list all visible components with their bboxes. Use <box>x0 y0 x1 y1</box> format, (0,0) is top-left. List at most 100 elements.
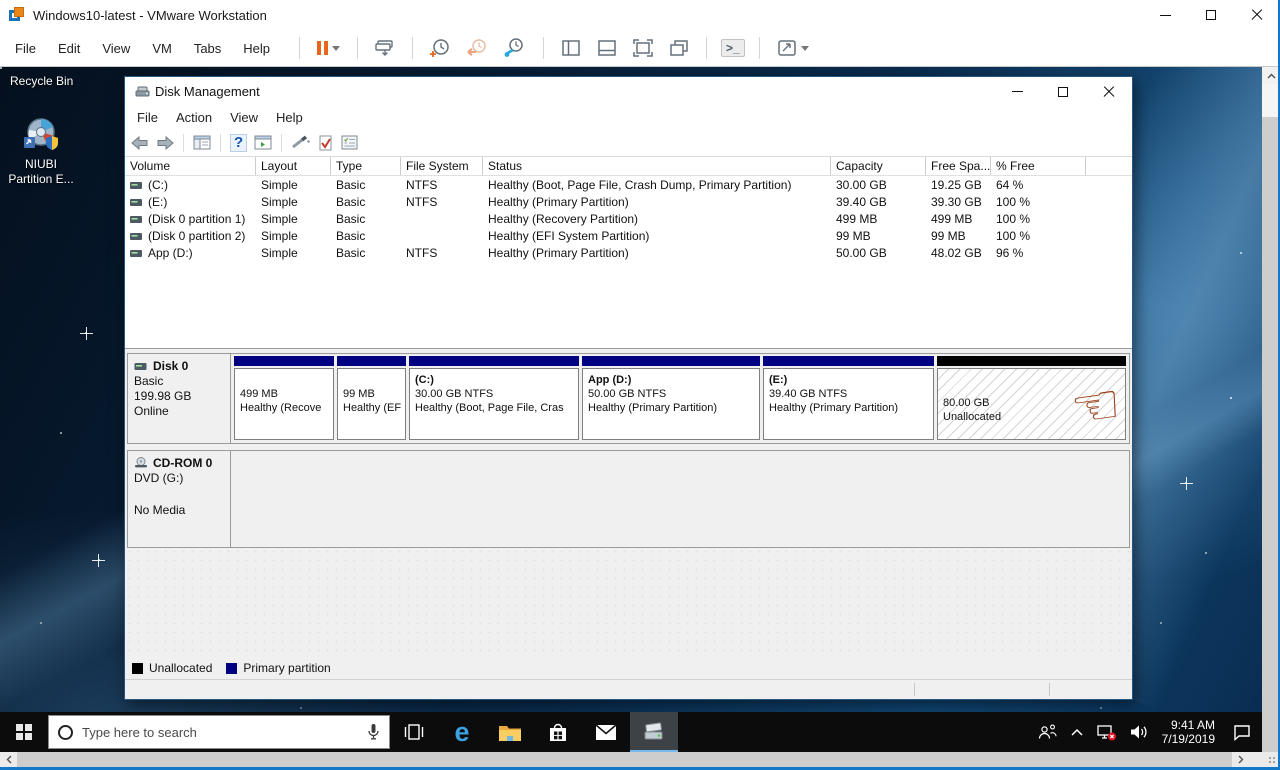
status-bar <box>125 679 1132 699</box>
taskbar-file-explorer-button[interactable] <box>486 712 534 752</box>
partition-color-bar <box>409 356 579 366</box>
fit-guest-button[interactable] <box>774 37 812 59</box>
revert-snapshot-button[interactable] <box>463 36 491 60</box>
action-center-icon[interactable] <box>1232 724 1252 741</box>
vm-power-pause-button[interactable] <box>314 39 343 57</box>
volume-row-partition1[interactable]: (Disk 0 partition 1) Simple Basic Health… <box>125 210 1132 227</box>
fullscreen-button[interactable] <box>630 37 656 59</box>
vmware-menu-edit[interactable]: Edit <box>47 35 91 62</box>
vmware-close-button[interactable] <box>1234 0 1280 30</box>
list-view-button[interactable] <box>341 135 358 150</box>
niubi-app-icon <box>22 115 60 153</box>
action-pane-toggle-button[interactable] <box>254 135 272 150</box>
partition-e[interactable]: (E:) 39.40 GB NTFS Healthy (Primary Part… <box>763 356 934 440</box>
volume-row-partition2[interactable]: (Disk 0 partition 2) Simple Basic Health… <box>125 227 1132 244</box>
network-error-icon[interactable] <box>1097 724 1117 741</box>
help-button[interactable]: ? <box>230 134 247 152</box>
hand-pointer-icon: ☜ <box>1067 376 1125 438</box>
send-ctrl-alt-del-button[interactable] <box>372 37 398 59</box>
show-thumbnail-bar-button[interactable] <box>594 37 620 59</box>
taskbar-store-button[interactable] <box>534 712 582 752</box>
take-snapshot-button[interactable] <box>427 36 453 60</box>
column-header-volume[interactable]: Volume <box>125 157 256 175</box>
dm-minimize-button[interactable] <box>994 77 1040 107</box>
volume-speaker-icon[interactable] <box>1130 724 1149 740</box>
chevron-down-icon[interactable] <box>332 46 340 51</box>
disk0-info[interactable]: Disk 0 Basic 199.98 GB Online <box>128 354 231 443</box>
vmware-menu-vm[interactable]: VM <box>141 35 183 62</box>
partition-efi[interactable]: 99 MB Healthy (EF <box>337 356 406 440</box>
forward-button[interactable] <box>156 136 174 150</box>
volume-row-c[interactable]: (C:) Simple Basic NTFS Healthy (Boot, Pa… <box>125 176 1132 193</box>
legend: Unallocated Primary partition <box>125 657 1132 679</box>
column-header-file-system[interactable]: File System <box>401 157 483 175</box>
minimize-icon <box>1160 15 1171 16</box>
disk-management-menubar: File Action View Help <box>125 106 1132 129</box>
column-header-status[interactable]: Status <box>483 157 831 175</box>
column-header-free-space[interactable]: Free Spa... <box>926 157 991 175</box>
disk-management-app-icon <box>135 85 151 99</box>
cdrom-info[interactable]: CD-ROM 0 DVD (G:) No Media <box>128 451 231 547</box>
dm-menu-help[interactable]: Help <box>267 107 312 128</box>
partition-c[interactable]: (C:) 30.00 GB NTFS Healthy (Boot, Page F… <box>409 356 579 440</box>
resize-grip[interactable] <box>1268 756 1276 764</box>
volume-list-header: Volume Layout Type File System Status Ca… <box>125 157 1132 176</box>
partition-app-d[interactable]: App (D:) 50.00 GB NTFS Healthy (Primary … <box>582 356 760 440</box>
taskbar-search[interactable] <box>48 715 390 749</box>
chevron-down-icon[interactable] <box>801 46 809 51</box>
desktop-icon-niubi-partition-editor[interactable]: NIUBI Partition E... <box>2 115 80 187</box>
search-input[interactable] <box>82 725 358 740</box>
vmware-minimize-button[interactable] <box>1142 0 1188 30</box>
partition-unallocated[interactable]: 80.00 GB Unallocated ☜ <box>937 356 1126 440</box>
horizontal-scroll-thumb[interactable] <box>17 752 1232 767</box>
task-view-button[interactable] <box>390 712 438 752</box>
snapshot-manager-button[interactable] <box>501 36 529 60</box>
people-icon[interactable] <box>1038 724 1057 740</box>
start-button[interactable] <box>0 712 48 752</box>
column-header-type[interactable]: Type <box>331 157 401 175</box>
show-library-button[interactable] <box>558 37 584 59</box>
dm-close-button[interactable] <box>1086 77 1132 107</box>
taskbar-mail-button[interactable] <box>582 712 630 752</box>
microphone-icon[interactable] <box>367 723 380 741</box>
vm-horizontal-scrollbar[interactable] <box>0 752 1280 767</box>
tray-clock[interactable]: 9:41 AM 7/19/2019 <box>1162 718 1215 746</box>
volume-row-app-d[interactable]: App (D:) Simple Basic NTFS Healthy (Prim… <box>125 244 1132 261</box>
unity-mode-button[interactable] <box>666 37 692 59</box>
graphical-view: Disk 0 Basic 199.98 GB Online 499 MB Hea… <box>125 349 1132 657</box>
tray-chevron-up-icon[interactable] <box>1070 727 1084 737</box>
tool-wand-icon <box>291 135 311 150</box>
back-arrow-icon <box>131 136 149 150</box>
volume-row-e[interactable]: (E:) Simple Basic NTFS Healthy (Primary … <box>125 193 1132 210</box>
check-task-button[interactable] <box>318 135 334 151</box>
dm-menu-view[interactable]: View <box>221 107 267 128</box>
vmware-menu-help[interactable]: Help <box>232 35 281 62</box>
vmware-menu-tabs[interactable]: Tabs <box>183 35 232 62</box>
niubi-label-line2: Partition E... <box>2 172 80 187</box>
column-header-layout[interactable]: Layout <box>256 157 331 175</box>
scroll-right-button[interactable] <box>1232 752 1249 767</box>
dm-menu-action[interactable]: Action <box>167 107 221 128</box>
vmware-maximize-button[interactable] <box>1188 0 1234 30</box>
dm-menu-file[interactable]: File <box>128 107 167 128</box>
column-header-pct-free[interactable]: % Free <box>991 157 1086 175</box>
cdrom-media: DVD (G:) <box>134 471 224 486</box>
console-view-button[interactable]: >_ <box>721 39 745 57</box>
vmware-menu-file[interactable]: File <box>4 35 47 62</box>
disk0-size: 199.98 GB <box>134 389 224 404</box>
file-explorer-icon <box>498 723 522 742</box>
partition-recovery[interactable]: 499 MB Healthy (Recove <box>234 356 334 440</box>
vmware-menu-view[interactable]: View <box>91 35 141 62</box>
taskbar-edge-button[interactable]: e <box>438 712 486 752</box>
rescan-tool-button[interactable] <box>291 135 311 150</box>
taskbar-disk-management-button[interactable] <box>630 712 678 752</box>
checklist-icon <box>341 135 358 150</box>
desktop-icon-recycle-bin[interactable]: Recycle Bin <box>10 74 73 88</box>
snapshot-clock-icon <box>430 38 450 58</box>
scroll-left-button[interactable] <box>0 752 17 767</box>
column-header-capacity[interactable]: Capacity <box>831 157 926 175</box>
console-tree-toggle-button[interactable] <box>193 135 211 150</box>
forward-arrow-icon <box>156 136 174 150</box>
back-button[interactable] <box>131 136 149 150</box>
dm-maximize-button[interactable] <box>1040 77 1086 107</box>
